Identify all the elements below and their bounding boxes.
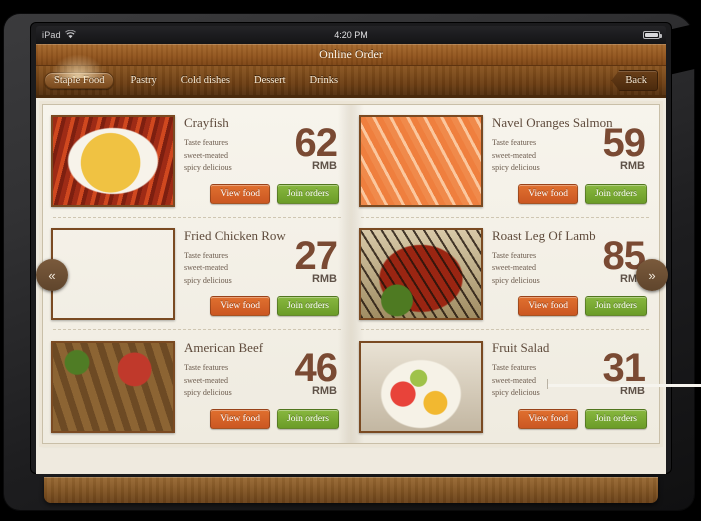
price-value: 59: [602, 121, 646, 165]
price-block: 62 RMB: [295, 123, 338, 172]
status-bar-right: [643, 31, 662, 39]
feature-line: Taste features: [184, 250, 229, 260]
feature-line: Taste features: [492, 250, 537, 260]
tab-drinks[interactable]: Drinks: [302, 72, 347, 89]
feature-line: Taste features: [184, 138, 229, 147]
food-image-fried-chicken: [51, 227, 175, 320]
feature-line: spicy delicious: [492, 163, 540, 172]
food-image-fruit-salad: [359, 340, 483, 433]
callout-line-artifact: [547, 384, 701, 387]
feature-line: Taste features: [492, 138, 537, 147]
join-orders-button[interactable]: Join orders: [585, 296, 647, 317]
view-food-button[interactable]: View food: [518, 408, 579, 429]
view-food-button[interactable]: View food: [210, 408, 271, 429]
join-orders-button[interactable]: Join orders: [585, 408, 647, 429]
menu-book-frame: Crayfish Taste features sweet-meated spi…: [42, 104, 660, 444]
status-bar-clock: 4:20 PM: [334, 30, 368, 40]
card-actions: View food Join orders: [518, 296, 647, 317]
ios-status-bar: iPad 4:20 PM: [36, 26, 666, 44]
price-block: 27 RMB: [295, 236, 338, 285]
food-features: Taste features sweet-meated spicy delici…: [184, 137, 244, 175]
food-features: Taste features sweet-meated spicy delici…: [184, 362, 244, 400]
app-title-bar: Online Order: [36, 44, 666, 66]
feature-line: sweet-meated: [184, 263, 228, 273]
feature-line: Taste features: [492, 363, 537, 373]
food-info: Crayfish Taste features sweet-meated spi…: [175, 111, 343, 212]
food-info: Fried Chicken Row Taste features sweet-m…: [175, 224, 343, 325]
online-order-app: Online Order Staple Food Pastry Cold dis…: [36, 44, 666, 474]
card-actions: View food Join orders: [210, 296, 339, 317]
category-tab-bar: Staple Food Pastry Cold dishes Dessert D…: [36, 54, 666, 98]
card-actions: View food Join orders: [518, 408, 647, 429]
page-title: Online Order: [319, 47, 383, 61]
tab-pastry[interactable]: Pastry: [122, 72, 164, 89]
battery-icon: [643, 31, 662, 39]
join-orders-button[interactable]: Join orders: [585, 183, 647, 204]
food-card-roast-leg-of-lamb[interactable]: Roast Leg Of Lamb Taste features sweet-m…: [351, 218, 659, 331]
join-orders-button[interactable]: Join orders: [277, 296, 339, 317]
food-card-fried-chicken-row[interactable]: Fried Chicken Row Taste features sweet-m…: [43, 218, 351, 331]
food-info: American Beef Taste features sweet-meate…: [175, 336, 343, 437]
status-bar-left: iPad: [42, 29, 76, 41]
feature-line: sweet-meated: [492, 263, 536, 273]
feature-line: spicy delicious: [492, 388, 540, 398]
feature-line: sweet-meated: [492, 150, 536, 160]
food-card-crayfish[interactable]: Crayfish Taste features sweet-meated spi…: [43, 105, 351, 218]
tab-staple-food[interactable]: Staple Food: [44, 72, 115, 89]
food-card-american-beef[interactable]: American Beef Taste features sweet-meate…: [43, 330, 351, 443]
price-block: 31 RMB: [603, 348, 646, 397]
price-block: 46 RMB: [295, 348, 338, 397]
callout-tick-artifact: [547, 379, 548, 389]
join-orders-button[interactable]: Join orders: [277, 408, 339, 429]
card-actions: View food Join orders: [210, 408, 339, 429]
food-features: Taste features sweet-meated spicy delici…: [492, 250, 552, 288]
price-value: 46: [294, 346, 338, 391]
back-button[interactable]: Back: [611, 70, 658, 91]
feature-line: sweet-meated: [492, 375, 536, 385]
device-label: iPad: [42, 30, 61, 40]
food-info: Roast Leg Of Lamb Taste features sweet-m…: [483, 224, 651, 325]
view-food-button[interactable]: View food: [518, 183, 579, 204]
feature-line: sweet-meated: [184, 375, 228, 385]
join-orders-button[interactable]: Join orders: [277, 183, 339, 204]
food-image-crayfish: [51, 115, 175, 208]
price-value: 27: [294, 233, 338, 278]
food-image-american-beef: [51, 340, 175, 433]
feature-line: spicy delicious: [184, 388, 232, 398]
feature-line: Taste features: [184, 363, 229, 373]
card-actions: View food Join orders: [210, 183, 339, 204]
food-features: Taste features sweet-meated spicy delici…: [492, 137, 552, 175]
feature-line: sweet-meated: [184, 150, 228, 160]
card-actions: View food Join orders: [518, 183, 647, 204]
tab-cold-dishes[interactable]: Cold dishes: [173, 72, 238, 89]
feature-line: spicy delicious: [184, 163, 232, 172]
previous-page-arrow[interactable]: «: [36, 259, 68, 291]
view-food-button[interactable]: View food: [210, 183, 271, 204]
food-card-navel-oranges-salmon[interactable]: Navel Oranges Salmon Taste features swee…: [351, 105, 659, 218]
bottom-wood-bar: [44, 477, 658, 503]
food-item-grid: Crayfish Taste features sweet-meated spi…: [43, 105, 659, 443]
screenshot-root: iPad 4:20 PM Online Order Staple Food Pa…: [0, 0, 701, 521]
view-food-button[interactable]: View food: [518, 296, 579, 317]
next-page-arrow[interactable]: »: [636, 259, 668, 291]
food-info: Navel Oranges Salmon Taste features swee…: [483, 111, 651, 212]
price-value: 62: [294, 121, 338, 165]
food-image-salmon: [359, 115, 483, 208]
food-features: Taste features sweet-meated spicy delici…: [492, 362, 552, 400]
tab-dessert[interactable]: Dessert: [246, 72, 294, 89]
feature-line: spicy delicious: [492, 275, 540, 285]
view-food-button[interactable]: View food: [210, 296, 271, 317]
wifi-icon: [64, 29, 76, 41]
price-block: 59 RMB: [603, 123, 646, 172]
food-features: Taste features sweet-meated spicy delici…: [184, 250, 244, 288]
food-image-roast-lamb: [359, 227, 483, 320]
feature-line: spicy delicious: [184, 275, 232, 285]
